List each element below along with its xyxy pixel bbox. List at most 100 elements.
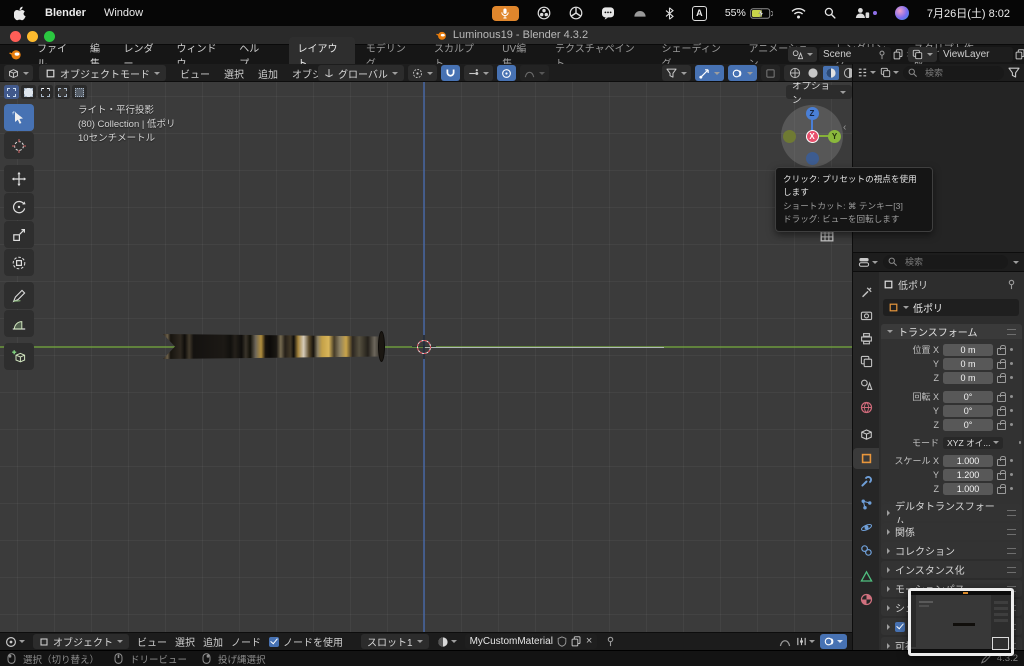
lowpoly-object[interactable] xyxy=(163,334,381,359)
gizmo-axis-y[interactable]: Y xyxy=(828,129,841,143)
tool-cursor[interactable] xyxy=(4,132,34,159)
value-field[interactable]: 1.000 xyxy=(943,454,993,467)
obs-status-icon[interactable] xyxy=(537,6,551,20)
proportional-editing-toggle[interactable] xyxy=(496,65,516,81)
tool-add-primitive[interactable] xyxy=(4,343,34,370)
tab-scene[interactable] xyxy=(860,378,873,391)
pin-icon[interactable] xyxy=(605,636,616,647)
value-field[interactable]: 0° xyxy=(943,390,993,403)
lock-icon[interactable] xyxy=(997,344,1006,355)
value-field[interactable]: 0 m xyxy=(943,343,993,356)
orientation-dropdown[interactable]: グローバル xyxy=(318,65,404,81)
viewport-menu-add[interactable]: 追加 xyxy=(258,66,278,81)
object-name-field[interactable]: 低ポリ xyxy=(883,299,1019,316)
new-scene-icon[interactable] xyxy=(893,49,904,60)
animate-dot[interactable] xyxy=(1010,395,1013,398)
falloff-dropdown[interactable] xyxy=(519,65,549,81)
fake-user-shield-icon[interactable] xyxy=(557,636,567,647)
new-viewlayer-icon[interactable] xyxy=(1015,49,1024,60)
shader-menu-add[interactable]: 追加 xyxy=(203,634,223,649)
panel-relations[interactable]: 関係 xyxy=(881,523,1022,540)
material-name-field[interactable]: MyCustomMaterial × xyxy=(464,634,598,649)
copy-icon[interactable] xyxy=(571,636,582,647)
line-app-status-icon[interactable] xyxy=(601,6,615,20)
material-slot-dropdown[interactable]: スロット1 xyxy=(361,634,429,649)
use-nodes-checkbox[interactable] xyxy=(269,636,279,647)
apple-menu-icon[interactable] xyxy=(14,6,27,21)
snap-toggle[interactable] xyxy=(440,65,460,81)
proportional-falloff-icon[interactable] xyxy=(779,636,791,648)
animate-dot[interactable] xyxy=(1010,459,1013,462)
fan-status-icon[interactable] xyxy=(569,6,583,20)
tab-object-active[interactable] xyxy=(853,448,879,469)
outliner-display-mode-button[interactable] xyxy=(880,67,899,78)
properties-editor-type-button[interactable] xyxy=(858,256,878,268)
outliner-editor-type-button[interactable] xyxy=(857,67,876,78)
animate-dot[interactable] xyxy=(1010,473,1013,476)
gizmo-axis-x[interactable]: X xyxy=(805,129,819,143)
tool-measure[interactable] xyxy=(4,310,34,337)
viewport-menu-select[interactable]: 選択 xyxy=(224,66,244,81)
shader-type-dropdown[interactable]: オブジェクト xyxy=(33,634,129,649)
select-mode-intersect[interactable] xyxy=(72,85,87,99)
macos-app-menu[interactable]: Blender xyxy=(45,7,86,19)
xray-toggle[interactable] xyxy=(761,65,780,81)
tab-modifiers[interactable] xyxy=(860,475,873,488)
motion-blur-checkbox[interactable] xyxy=(895,621,905,632)
gizmo-axis-y-neg[interactable] xyxy=(783,129,796,143)
rotation-mode-dropdown[interactable]: XYZ オイ... xyxy=(943,436,1004,449)
gizmo-axis-z[interactable]: Z xyxy=(805,107,819,120)
lock-icon[interactable] xyxy=(997,419,1006,430)
tool-move[interactable] xyxy=(4,165,34,192)
tab-object-data[interactable] xyxy=(860,570,873,583)
menubar-clock[interactable]: 7月26日(土) 8:02 xyxy=(927,5,1010,21)
pivot-dropdown[interactable] xyxy=(407,65,437,81)
animate-dot[interactable] xyxy=(1010,362,1013,365)
viewport-3d[interactable]: ライト・平行投影 (80) Collection | 低ポリ 10センチメートル… xyxy=(0,82,852,632)
tab-output[interactable] xyxy=(860,332,873,345)
value-field[interactable]: 0° xyxy=(943,418,993,431)
tool-rotate[interactable] xyxy=(4,193,34,220)
viewlayer-type-button[interactable] xyxy=(908,47,937,62)
tab-physics[interactable] xyxy=(860,521,873,534)
scene-type-button[interactable] xyxy=(788,47,817,62)
filter-icon[interactable] xyxy=(1008,67,1020,79)
options-dropdown[interactable]: オプション xyxy=(786,82,852,106)
wifi-icon[interactable] xyxy=(791,7,806,19)
snap-settings-dropdown[interactable] xyxy=(463,65,493,81)
tab-material[interactable] xyxy=(860,593,873,606)
overlays-toggle[interactable] xyxy=(728,65,757,81)
value-field[interactable]: 0 m xyxy=(943,371,993,384)
transform-panel-header[interactable]: トランスフォーム xyxy=(881,324,1022,339)
panel-instancing[interactable]: インスタンス化 xyxy=(881,561,1022,578)
lock-icon[interactable] xyxy=(997,358,1006,369)
lock-icon[interactable] xyxy=(997,372,1006,383)
bluetooth-icon[interactable] xyxy=(665,6,674,20)
value-field[interactable]: 0° xyxy=(943,404,993,417)
scene-name-field[interactable]: Scene xyxy=(819,47,891,62)
select-mode-extend[interactable] xyxy=(38,85,53,99)
gizmo-axis-z-neg[interactable] xyxy=(805,152,819,165)
animate-dot[interactable] xyxy=(1010,376,1013,379)
select-mode-tweak[interactable] xyxy=(4,85,19,99)
shader-menu-node[interactable]: ノード xyxy=(231,634,261,649)
shader-menu-select[interactable]: 選択 xyxy=(175,634,195,649)
animate-dot[interactable] xyxy=(1019,441,1021,444)
tool-transform[interactable] xyxy=(4,249,34,276)
viewport-menu-view[interactable]: ビュー xyxy=(180,66,210,81)
tool-select-box[interactable] xyxy=(4,104,34,131)
value-field[interactable]: 1.200 xyxy=(943,468,993,481)
pin-icon[interactable] xyxy=(1006,279,1017,290)
shading-wireframe-button[interactable] xyxy=(787,67,803,79)
animate-dot[interactable] xyxy=(1010,348,1013,351)
properties-search-input[interactable] xyxy=(901,255,979,269)
shading-solid-button[interactable] xyxy=(805,67,821,79)
value-field[interactable]: 0 m xyxy=(943,357,993,370)
select-mode-subtract[interactable] xyxy=(55,85,70,99)
unlink-icon[interactable]: × xyxy=(586,636,592,647)
gizmos-toggle[interactable] xyxy=(695,65,724,81)
input-source-badge[interactable]: A xyxy=(691,5,707,21)
animate-dot[interactable] xyxy=(1010,423,1013,426)
panel-collections[interactable]: コレクション xyxy=(881,542,1022,559)
lock-icon[interactable] xyxy=(997,483,1006,494)
